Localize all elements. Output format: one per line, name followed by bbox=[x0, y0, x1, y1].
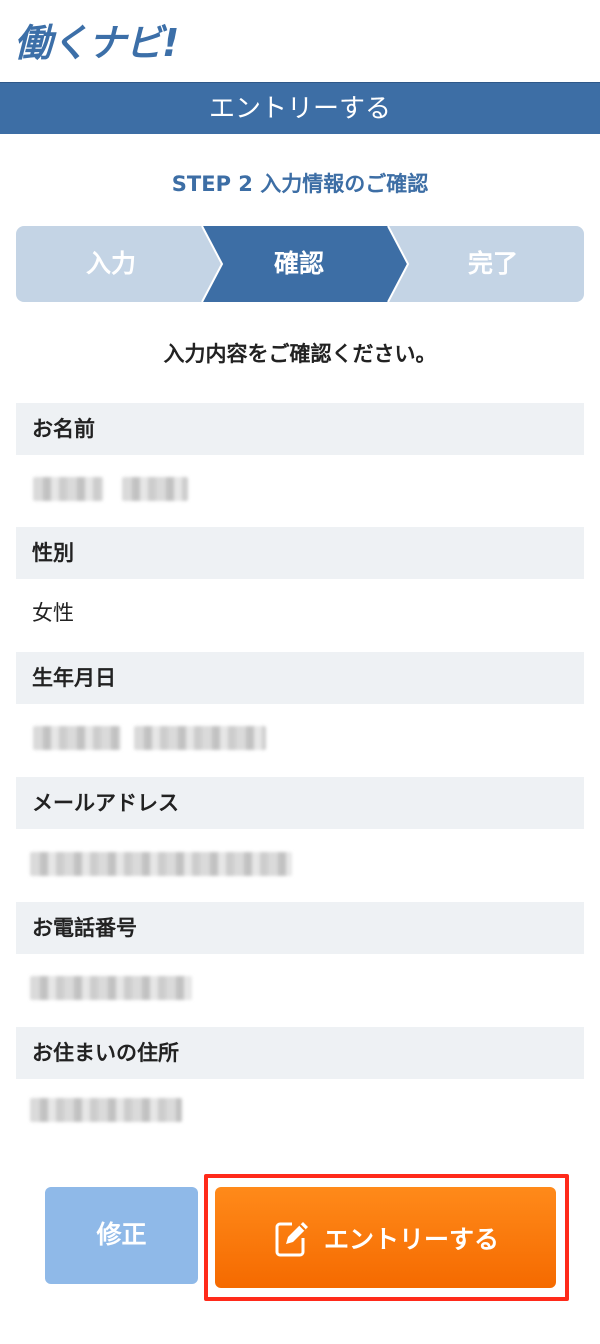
entry-button-label: エントリーする bbox=[323, 1225, 499, 1254]
step-confirm: 確認 bbox=[273, 249, 324, 278]
entry-button[interactable]: エントリーする bbox=[215, 1187, 556, 1288]
fix-button[interactable]: 修正 bbox=[45, 1187, 198, 1284]
field-label-email: メールアドレス bbox=[16, 777, 584, 829]
field-value-gender: 女性 bbox=[32, 601, 74, 625]
site-logo[interactable]: 働くナビ! bbox=[14, 18, 179, 68]
field-label-gender: 性別 bbox=[16, 527, 584, 579]
field-label-address: お住まいの住所 bbox=[16, 1027, 584, 1079]
field-label-name: お名前 bbox=[16, 403, 584, 455]
page-title-bar: エントリーする bbox=[0, 82, 600, 134]
blurred-text bbox=[30, 1098, 182, 1122]
blurred-text bbox=[30, 976, 192, 1000]
blurred-text bbox=[122, 477, 188, 501]
field-label-phone: お電話番号 bbox=[16, 902, 584, 954]
step-title: STEP 2 入力情報のご確認 bbox=[171, 172, 429, 196]
blurred-text bbox=[33, 726, 121, 750]
confirm-instruction: 入力内容をご確認ください。 bbox=[163, 342, 437, 366]
blurred-text bbox=[33, 477, 103, 501]
blurred-text bbox=[30, 852, 292, 876]
step-complete: 完了 bbox=[467, 249, 518, 278]
edit-document-icon bbox=[275, 1221, 308, 1256]
field-label-birthdate: 生年月日 bbox=[16, 652, 584, 704]
blurred-text bbox=[134, 726, 266, 750]
step-indicator: 入力 確認 完了 bbox=[16, 226, 584, 302]
step-input: 入力 bbox=[85, 249, 136, 278]
